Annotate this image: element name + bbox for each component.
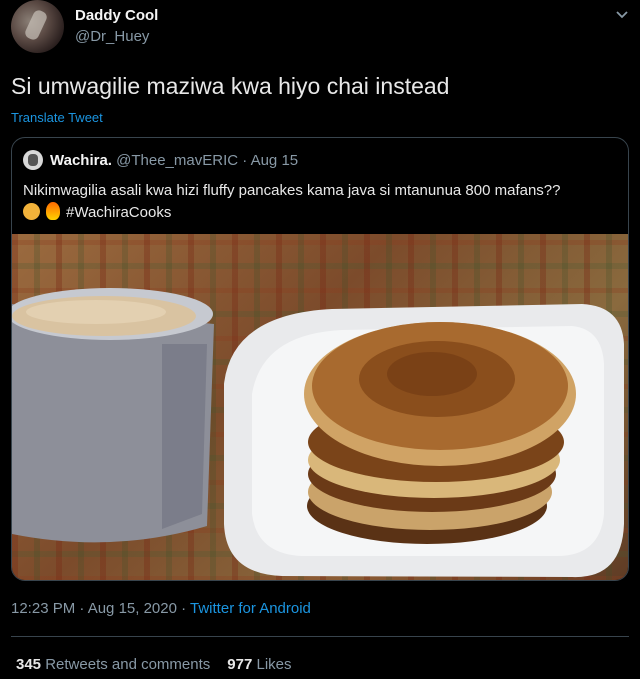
quoted-tweet-text: Nikimwagilia asali kwa hizi fluffy panca… (23, 182, 561, 199)
retweets-stat[interactable]: 345 Retweets and comments (16, 656, 210, 673)
likes-label: Likes (256, 656, 292, 673)
chevron-down-icon[interactable] (614, 6, 630, 22)
quoted-tweet-body: Nikimwagilia asali kwa hizi fluffy panca… (23, 180, 619, 224)
retweets-count: 345 (16, 656, 42, 673)
tweet-text: Si umwagilie maziwa kwa hiyo chai instea… (11, 73, 450, 99)
author-avatar[interactable] (11, 0, 64, 53)
photo-scene (12, 288, 624, 578)
quoted-tweet-header: Wachira. @Thee_mavERIC · Aug 15 (50, 152, 298, 169)
hashtag-link[interactable]: #WachiraCooks (66, 204, 171, 221)
author-handle[interactable]: @Dr_Huey (75, 28, 149, 45)
translate-tweet-link[interactable]: Translate Tweet (11, 110, 103, 125)
fire-icon (46, 202, 60, 220)
retweets-label: Retweets and comments (45, 656, 211, 673)
divider (11, 636, 629, 637)
angry-face-icon (23, 203, 40, 220)
tweet-stats: 345 Retweets and comments 977 Likes (16, 656, 292, 673)
quoted-author-handle[interactable]: @Thee_mavERIC (116, 152, 238, 169)
tweet-timestamp-row: 12:23 PM · Aug 15, 2020 · Twitter for An… (11, 600, 311, 617)
quoted-tweet[interactable]: Wachira. @Thee_mavERIC · Aug 15 Nikimwag… (11, 137, 629, 581)
tweet-source-link[interactable]: Twitter for Android (190, 600, 311, 617)
author-name[interactable]: Daddy Cool (75, 7, 158, 24)
likes-stat[interactable]: 977 Likes (227, 656, 291, 673)
quoted-date: · Aug 15 (238, 152, 299, 169)
quoted-author-name[interactable]: Wachira. (50, 152, 112, 169)
likes-count: 977 (227, 656, 253, 673)
tweet-timestamp[interactable]: 12:23 PM · Aug 15, 2020 · (11, 600, 190, 617)
quoted-author-avatar[interactable] (23, 150, 43, 170)
quoted-photo[interactable] (12, 234, 628, 580)
